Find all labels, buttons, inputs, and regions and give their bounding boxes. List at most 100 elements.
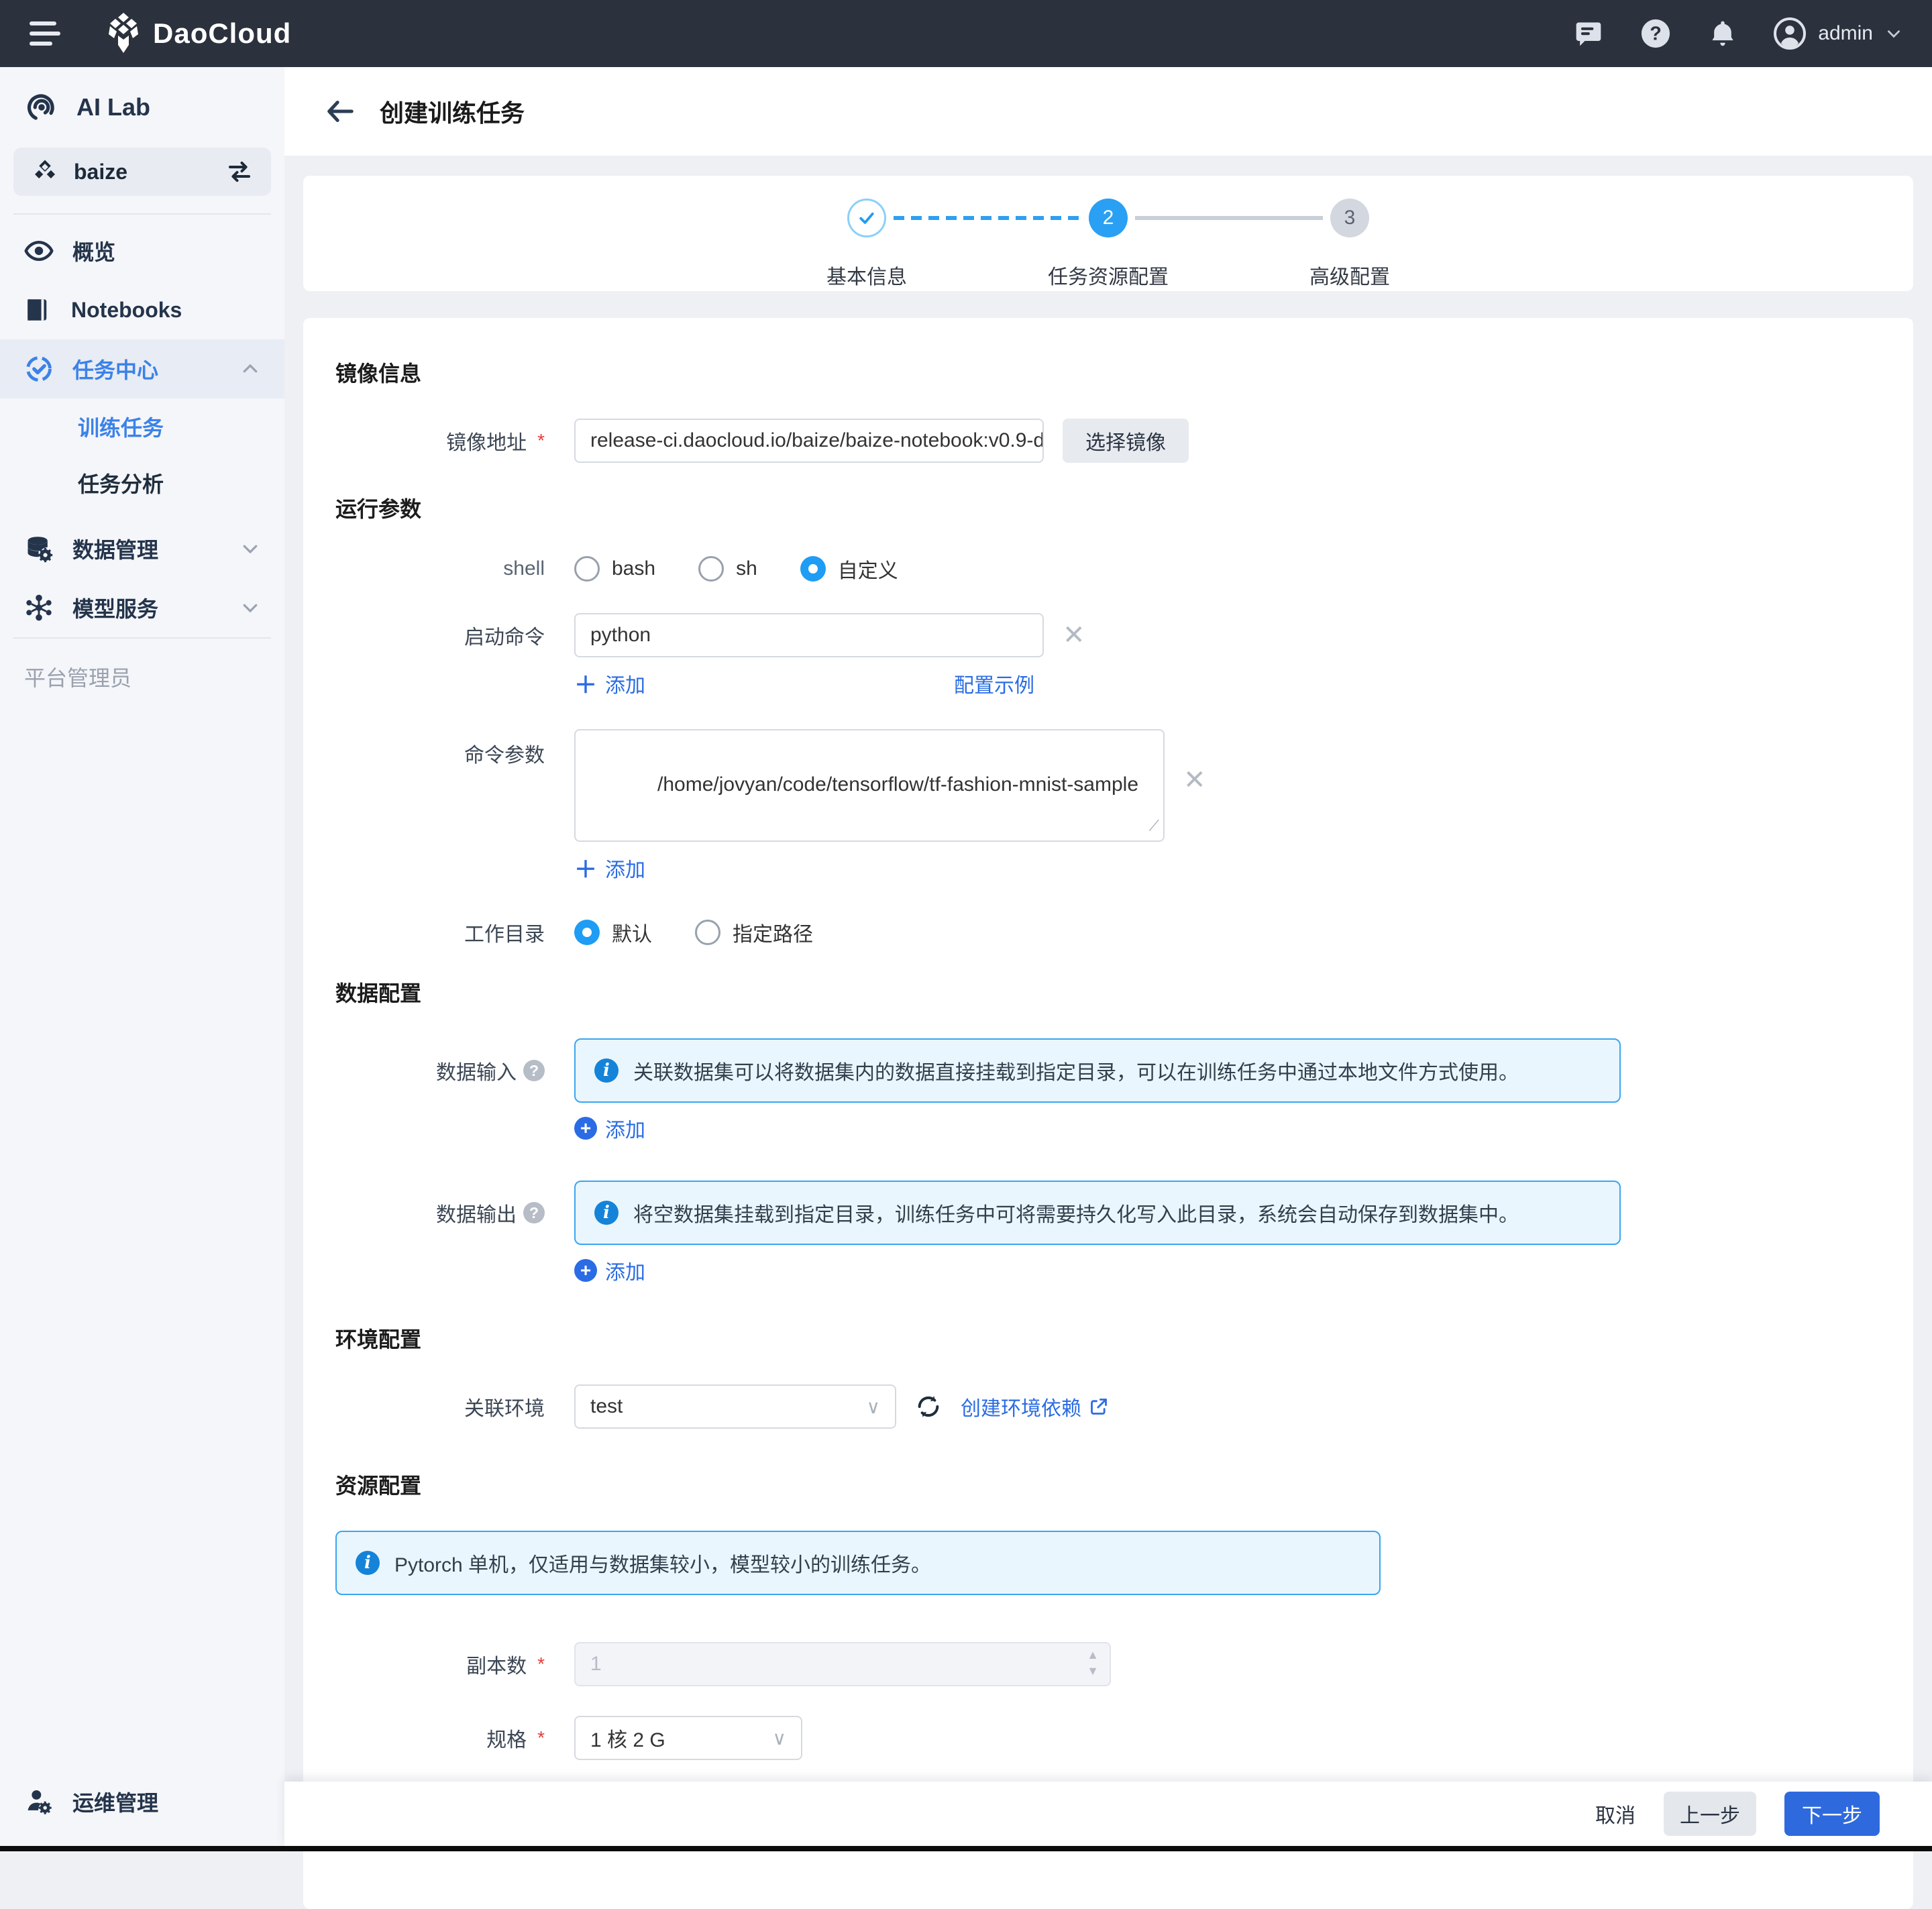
- sidebar-item-task-center[interactable]: 任务中心: [0, 339, 284, 398]
- page-header: 创建训练任务: [284, 67, 1932, 156]
- topbar-actions: ? admin: [1572, 17, 1902, 50]
- sidebar-item-data-management[interactable]: 数据管理: [0, 519, 284, 578]
- step-task-resources: 2 任务资源配置: [987, 199, 1229, 291]
- chevron-down-icon: [1885, 25, 1902, 42]
- info-icon: i: [356, 1551, 380, 1575]
- command-args-textarea[interactable]: /home/jovyan/code/tensorflow/tf-fashion-…: [574, 729, 1165, 842]
- stepper: 基本信息 2 任务资源配置 3 高级配置: [746, 199, 1470, 291]
- product-header: AI Lab: [0, 67, 284, 145]
- radio-unchecked[interactable]: [695, 920, 720, 945]
- sidebar: AI Lab baize 概览 Notebooks 任务中心 训练任务 任务分析: [0, 67, 284, 1846]
- step-basic-info: 基本信息: [746, 199, 987, 291]
- model-graph-icon: [24, 593, 54, 622]
- select-image-button[interactable]: 选择镜像: [1063, 419, 1189, 463]
- step-advanced-config: 3 高级配置: [1229, 199, 1470, 291]
- sidebar-item-ops-management[interactable]: 运维管理: [0, 1769, 284, 1834]
- section-env-config: 环境配置: [335, 1323, 1881, 1354]
- menu-toggle-icon[interactable]: [30, 21, 62, 46]
- replicas-label: 副本数: [466, 1649, 527, 1679]
- workspace-selector[interactable]: baize: [13, 148, 271, 196]
- info-icon: i: [594, 1201, 619, 1225]
- user-menu[interactable]: admin: [1774, 17, 1902, 50]
- remove-args-icon[interactable]: ✕: [1183, 767, 1206, 794]
- eye-icon: [24, 236, 54, 266]
- plus-icon: ＋: [574, 667, 597, 700]
- brand-name: DaoCloud: [153, 17, 291, 50]
- form-card: 镜像信息 镜像地址* release-ci.daocloud.io/baize/…: [303, 318, 1913, 1909]
- stepper-card: 基本信息 2 任务资源配置 3 高级配置: [303, 176, 1913, 291]
- help-tooltip-icon[interactable]: ?: [523, 1060, 545, 1081]
- number-spinner[interactable]: ▲▼: [1087, 1649, 1099, 1677]
- required-asterisk: *: [537, 1653, 545, 1675]
- previous-step-button[interactable]: 上一步: [1664, 1792, 1756, 1836]
- command-args-label: 命令参数: [464, 739, 545, 768]
- chevron-down-icon: ∨: [867, 1396, 881, 1418]
- cancel-button[interactable]: 取消: [1595, 1799, 1635, 1829]
- remove-command-icon[interactable]: ✕: [1063, 622, 1085, 649]
- env-select[interactable]: test ∨: [574, 1384, 896, 1429]
- data-input-label: 数据输入: [436, 1056, 517, 1085]
- workspace-icon: [31, 158, 59, 186]
- sidebar-item-notebooks[interactable]: Notebooks: [0, 280, 284, 339]
- sidebar-item-training-tasks[interactable]: 训练任务: [0, 398, 284, 455]
- user-gear-icon: [24, 1787, 54, 1816]
- radio-checked[interactable]: [574, 920, 600, 945]
- svg-text:?: ?: [1650, 23, 1662, 45]
- replicas-input[interactable]: 1 ▲▼: [574, 1642, 1111, 1686]
- sidebar-item-task-analysis[interactable]: 任务分析: [0, 455, 284, 511]
- plus-circle-icon: +: [574, 1117, 597, 1140]
- notebook-icon: [24, 296, 52, 324]
- next-step-button[interactable]: 下一步: [1784, 1792, 1880, 1836]
- image-address-label: 镜像地址: [446, 426, 527, 455]
- radio-checked[interactable]: [800, 556, 826, 582]
- workspace-switch-icon[interactable]: [225, 158, 254, 186]
- config-example-link[interactable]: 配置示例: [954, 669, 1034, 698]
- brand: DaoCloud: [105, 13, 291, 54]
- add-data-output-link[interactable]: +添加: [574, 1256, 645, 1285]
- page-title: 创建训练任务: [380, 94, 525, 129]
- resource-hint: i Pytorch 单机，仅适用与数据集较小，模型较小的训练任务。: [335, 1531, 1381, 1595]
- radio-unchecked[interactable]: [698, 556, 724, 582]
- refresh-icon[interactable]: [915, 1393, 942, 1420]
- chevron-down-icon: [240, 598, 260, 618]
- product-name: AI Lab: [76, 93, 150, 121]
- section-resource-config: 资源配置: [335, 1469, 1881, 1500]
- data-output-label: 数据输出: [436, 1198, 517, 1228]
- help-tooltip-icon[interactable]: ?: [523, 1202, 545, 1223]
- data-input-hint: i 关联数据集可以将数据集内的数据直接挂载到指定目录，可以在训练任务中通过本地文…: [574, 1038, 1621, 1103]
- image-address-input[interactable]: release-ci.daocloud.io/baize/baize-noteb…: [574, 419, 1044, 463]
- required-asterisk: *: [537, 430, 545, 451]
- message-icon[interactable]: [1572, 17, 1605, 50]
- shell-option-sh[interactable]: sh: [698, 556, 757, 582]
- create-env-dependency-link[interactable]: 创建环境依赖: [961, 1392, 1108, 1421]
- section-data-config: 数据配置: [335, 977, 1881, 1007]
- notification-bell-icon[interactable]: [1707, 17, 1739, 50]
- database-gear-icon: [24, 534, 54, 563]
- workdir-option-custom-path[interactable]: 指定路径: [695, 918, 813, 947]
- daocloud-logo-icon: [105, 13, 142, 54]
- resize-handle[interactable]: ⟋: [1149, 816, 1159, 836]
- step-done-check-icon: [847, 199, 886, 237]
- shell-option-custom[interactable]: 自定义: [800, 554, 898, 584]
- back-arrow-icon[interactable]: [325, 95, 357, 127]
- shell-option-bash[interactable]: bash: [574, 556, 655, 582]
- main-area: 创建训练任务 基本信息 2 任务资源配置 3 高: [284, 67, 1932, 1846]
- window-bottom-edge: [0, 1846, 1932, 1851]
- workdir-option-default[interactable]: 默认: [574, 918, 652, 947]
- add-data-input-link[interactable]: +添加: [574, 1113, 645, 1143]
- sidebar-item-model-services[interactable]: 模型服务: [0, 578, 284, 637]
- start-command-input[interactable]: python: [574, 613, 1044, 657]
- external-link-icon: [1089, 1397, 1108, 1416]
- add-args-link[interactable]: ＋添加: [574, 851, 645, 884]
- chevron-up-icon: [240, 359, 260, 379]
- radio-unchecked[interactable]: [574, 556, 600, 582]
- add-command-link[interactable]: ＋添加: [574, 667, 645, 700]
- spec-select[interactable]: 1 核 2 G ∨: [574, 1716, 802, 1760]
- help-icon[interactable]: ?: [1640, 17, 1672, 50]
- chevron-down-icon: ∨: [773, 1727, 787, 1749]
- wizard-footer: 取消 上一步 下一步: [284, 1782, 1932, 1846]
- chevron-down-icon: [240, 539, 260, 559]
- env-label: 关联环境: [464, 1392, 545, 1421]
- ai-lab-logo-icon: [24, 90, 59, 125]
- sidebar-item-overview[interactable]: 概览: [0, 221, 284, 280]
